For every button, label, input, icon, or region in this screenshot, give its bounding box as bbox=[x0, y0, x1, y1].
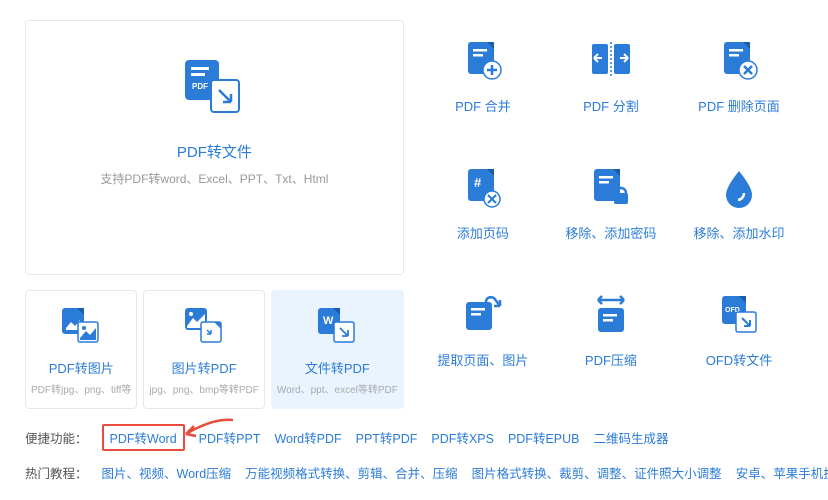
pdf-delete-page-icon bbox=[716, 38, 762, 84]
annotation-arrow-icon bbox=[178, 416, 238, 444]
pdf-split-card[interactable]: PDF 分割 bbox=[547, 20, 675, 147]
hot-label: 热门教程： bbox=[25, 463, 88, 482]
ofd-convert-icon: OFD bbox=[716, 292, 762, 338]
card-subtitle: jpg、png、bmp等转PDF bbox=[149, 381, 258, 396]
image-to-pdf-card[interactable]: 图片转PDF jpg、png、bmp等转PDF bbox=[143, 290, 264, 409]
card-title: PDF 删除页面 bbox=[680, 96, 798, 115]
quick-link[interactable]: 二维码生成器 bbox=[593, 428, 668, 447]
card-title: 图片转PDF bbox=[149, 358, 258, 377]
hero-subtitle: 支持PDF转word、Excel、PPT、Txt、Html bbox=[46, 170, 383, 187]
hot-link[interactable]: 图片、视频、Word压缩 bbox=[102, 463, 232, 482]
card-title: PDF转图片 bbox=[31, 358, 131, 377]
ofd-convert-card[interactable]: OFD OFD转文件 bbox=[675, 274, 803, 401]
svg-text:PDF: PDF bbox=[192, 82, 208, 91]
pdf-to-file-icon: PDF bbox=[179, 56, 249, 116]
pdf-merge-card[interactable]: PDF 合并 bbox=[419, 20, 547, 147]
card-subtitle: PDF转jpg、png、tiff等 bbox=[31, 381, 131, 396]
card-title: PDF 合并 bbox=[424, 96, 542, 115]
quick-link[interactable]: PDF转XPS bbox=[431, 428, 494, 447]
hot-link[interactable]: 万能视频格式转换、剪辑、合并、压缩 bbox=[245, 463, 458, 482]
extract-card[interactable]: 提取页面、图片 bbox=[419, 274, 547, 401]
pdf-compress-icon bbox=[588, 292, 634, 338]
pdf-compress-card[interactable]: PDF压缩 bbox=[547, 274, 675, 401]
card-title: 移除、添加密码 bbox=[552, 223, 670, 242]
svg-text:W: W bbox=[323, 315, 334, 327]
file-to-pdf-icon: W bbox=[316, 306, 358, 346]
quick-links-row: 便捷功能： PDF转Word PDF转PPT Word转PDF PPT转PDF … bbox=[25, 424, 803, 451]
card-title: 提取页面、图片 bbox=[424, 350, 542, 369]
pdf-merge-icon bbox=[460, 38, 506, 84]
quick-label: 便捷功能： bbox=[25, 428, 88, 447]
add-page-number-card[interactable]: # 添加页码 bbox=[419, 147, 547, 274]
hot-tutorials-row: 热门教程： 图片、视频、Word压缩 万能视频格式转换、剪辑、合并、压缩 图片格… bbox=[25, 463, 803, 482]
card-title: 移除、添加水印 bbox=[680, 223, 798, 242]
password-card[interactable]: 移除、添加密码 bbox=[547, 147, 675, 274]
pdf-delete-page-card[interactable]: PDF 删除页面 bbox=[675, 20, 803, 147]
highlighted-quick-link: PDF转Word bbox=[102, 424, 185, 451]
pdf-to-image-card[interactable]: PDF转图片 PDF转jpg、png、tiff等 bbox=[25, 290, 137, 409]
image-to-pdf-icon bbox=[183, 306, 225, 346]
card-title: PDF压缩 bbox=[552, 350, 670, 369]
watermark-card[interactable]: 移除、添加水印 bbox=[675, 147, 803, 274]
card-title: 文件转PDF bbox=[277, 358, 398, 377]
extract-icon bbox=[460, 292, 506, 338]
svg-text:#: # bbox=[474, 175, 482, 190]
quick-link-pdf-to-word[interactable]: PDF转Word bbox=[110, 432, 177, 446]
hero-title: PDF转文件 bbox=[46, 141, 383, 162]
watermark-icon bbox=[716, 165, 762, 211]
hot-link[interactable]: 图片格式转换、裁剪、调整、证件照大小调整 bbox=[472, 463, 722, 482]
card-title: OFD转文件 bbox=[680, 350, 798, 369]
card-title: PDF 分割 bbox=[552, 96, 670, 115]
quick-link[interactable]: Word转PDF bbox=[274, 428, 341, 447]
card-title: 添加页码 bbox=[424, 223, 542, 242]
hot-link[interactable]: 安卓、苹果手机投屏到 bbox=[736, 463, 828, 482]
card-subtitle: Word、ppt、excel等转PDF bbox=[277, 381, 398, 396]
pdf-to-file-card[interactable]: PDF PDF转文件 支持PDF转word、Excel、PPT、Txt、Html bbox=[25, 20, 404, 275]
file-to-pdf-card[interactable]: W 文件转PDF Word、ppt、excel等转PDF bbox=[271, 290, 404, 409]
quick-link[interactable]: PDF转EPUB bbox=[508, 428, 580, 447]
add-page-number-icon: # bbox=[460, 165, 506, 211]
pdf-split-icon bbox=[588, 38, 634, 84]
quick-link[interactable]: PPT转PDF bbox=[356, 428, 418, 447]
password-icon bbox=[588, 165, 634, 211]
pdf-to-image-icon bbox=[60, 306, 102, 346]
